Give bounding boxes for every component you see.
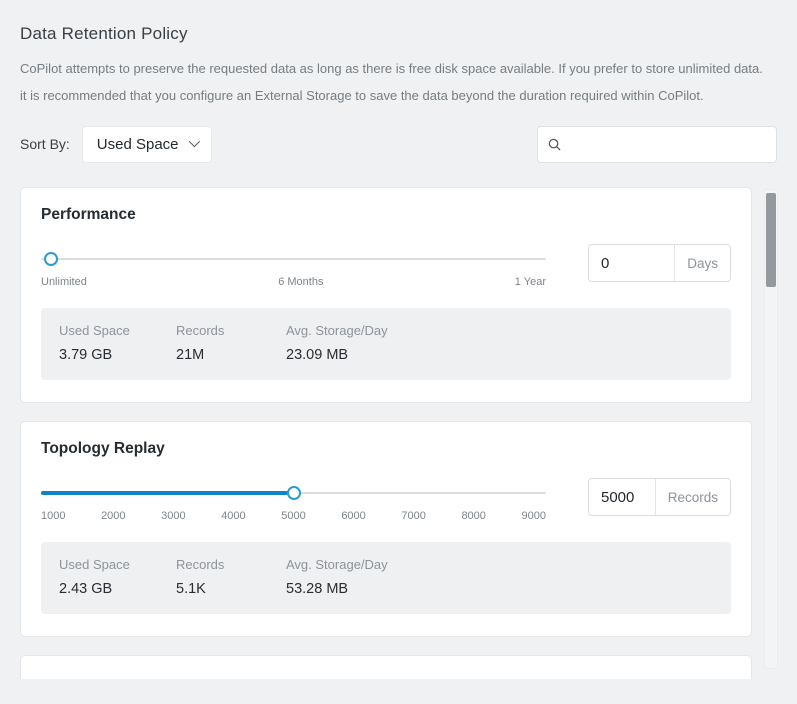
search-box[interactable]	[537, 126, 777, 163]
stat-value: 2.43 GB	[59, 581, 176, 597]
retention-scroll-area: Performance Unlimited 6 Months 1 Year Days…	[20, 177, 778, 679]
slider[interactable]: 1000 2000 3000 4000 5000 6000 7000 8000 9000	[41, 478, 546, 522]
cards-container: Performance Unlimited 6 Months 1 Year Days…	[20, 187, 752, 637]
stat-column: Records 5.1K	[176, 557, 286, 597]
retention-input-group: Days	[588, 244, 731, 282]
slider-tick-label: 7000	[401, 510, 425, 522]
search-icon	[548, 138, 561, 151]
toolbar: Sort By: Used Space	[20, 125, 777, 163]
stat-column: Records 21M	[176, 323, 286, 363]
stats-row: Used Space 3.79 GBRecords 21MAvg. Storage/…	[41, 308, 731, 380]
stat-value: 3.79 GB	[59, 347, 176, 363]
sort-by-selected-value: Used Space	[97, 136, 179, 153]
retention-card: Topology Replay 1000 2000 3000 4000 5000 6000…	[20, 421, 752, 637]
page-title: Data Retention Policy	[20, 24, 777, 44]
slider-handle[interactable]	[44, 252, 58, 266]
sort-by-dropdown[interactable]: Used Space	[82, 126, 212, 163]
stat-value: 23.09 MB	[286, 347, 388, 363]
chevron-down-icon	[188, 136, 199, 147]
page-header: Data Retention Policy CoPilot attempts t…	[0, 0, 797, 109]
slider-tick-label: 4000	[221, 510, 245, 522]
page-description: CoPilot attempts to preserve the request…	[20, 56, 768, 109]
slider-tick-label: 1 Year	[515, 276, 546, 288]
slider-ticks: Unlimited 6 Months 1 Year	[41, 276, 546, 288]
slider-tick-label: Unlimited	[41, 276, 87, 288]
scrollbar[interactable]	[764, 189, 778, 669]
slider-tick-label: 6 Months	[278, 276, 323, 288]
stat-value: 53.28 MB	[286, 581, 388, 597]
scrollbar-thumb[interactable]	[766, 193, 776, 287]
slider-handle[interactable]	[287, 486, 301, 500]
stat-column: Used Space 3.79 GB	[59, 323, 176, 363]
slider-track[interactable]	[41, 252, 546, 266]
card-title: Performance	[41, 206, 731, 224]
retention-card: Performance Unlimited 6 Months 1 Year Days…	[20, 187, 752, 403]
slider-row: Unlimited 6 Months 1 Year Days	[41, 244, 731, 288]
stat-label: Avg. Storage/Day	[286, 323, 388, 338]
card-title: Topology Replay	[41, 440, 731, 458]
slider-tick-label: 5000	[281, 510, 305, 522]
slider[interactable]: Unlimited 6 Months 1 Year	[41, 244, 546, 288]
slider-tick-label: 6000	[341, 510, 365, 522]
search-input[interactable]	[569, 136, 766, 152]
slider-tick-label: 3000	[161, 510, 185, 522]
retention-input-group: Records	[588, 478, 731, 516]
stat-label: Records	[176, 323, 286, 338]
next-card-partial	[20, 655, 752, 679]
slider-tick-label: 8000	[461, 510, 485, 522]
slider-row: 1000 2000 3000 4000 5000 6000 7000 8000 9000 Rec…	[41, 478, 731, 522]
sort-by-label: Sort By:	[20, 136, 70, 152]
stat-column: Avg. Storage/Day 53.28 MB	[286, 557, 388, 597]
stat-label: Used Space	[59, 323, 176, 338]
slider-tick-label: 9000	[522, 510, 546, 522]
retention-value-input[interactable]	[589, 245, 674, 281]
slider-tick-label: 2000	[101, 510, 125, 522]
stat-label: Avg. Storage/Day	[286, 557, 388, 572]
stat-value: 5.1K	[176, 581, 286, 597]
stats-row: Used Space 2.43 GBRecords 5.1KAvg. Storage…	[41, 542, 731, 614]
stat-column: Avg. Storage/Day 23.09 MB	[286, 323, 388, 363]
slider-tick-label: 1000	[41, 510, 65, 522]
slider-track-line	[41, 258, 546, 260]
slider-fill	[41, 491, 294, 495]
slider-ticks: 1000 2000 3000 4000 5000 6000 7000 8000 9000	[41, 510, 546, 522]
stat-value: 21M	[176, 347, 286, 363]
stat-column: Used Space 2.43 GB	[59, 557, 176, 597]
retention-value-input[interactable]	[589, 479, 655, 515]
retention-unit-label: Days	[674, 245, 730, 281]
retention-unit-label: Records	[655, 479, 730, 515]
slider-track[interactable]	[41, 486, 546, 500]
stat-label: Used Space	[59, 557, 176, 572]
stat-label: Records	[176, 557, 286, 572]
